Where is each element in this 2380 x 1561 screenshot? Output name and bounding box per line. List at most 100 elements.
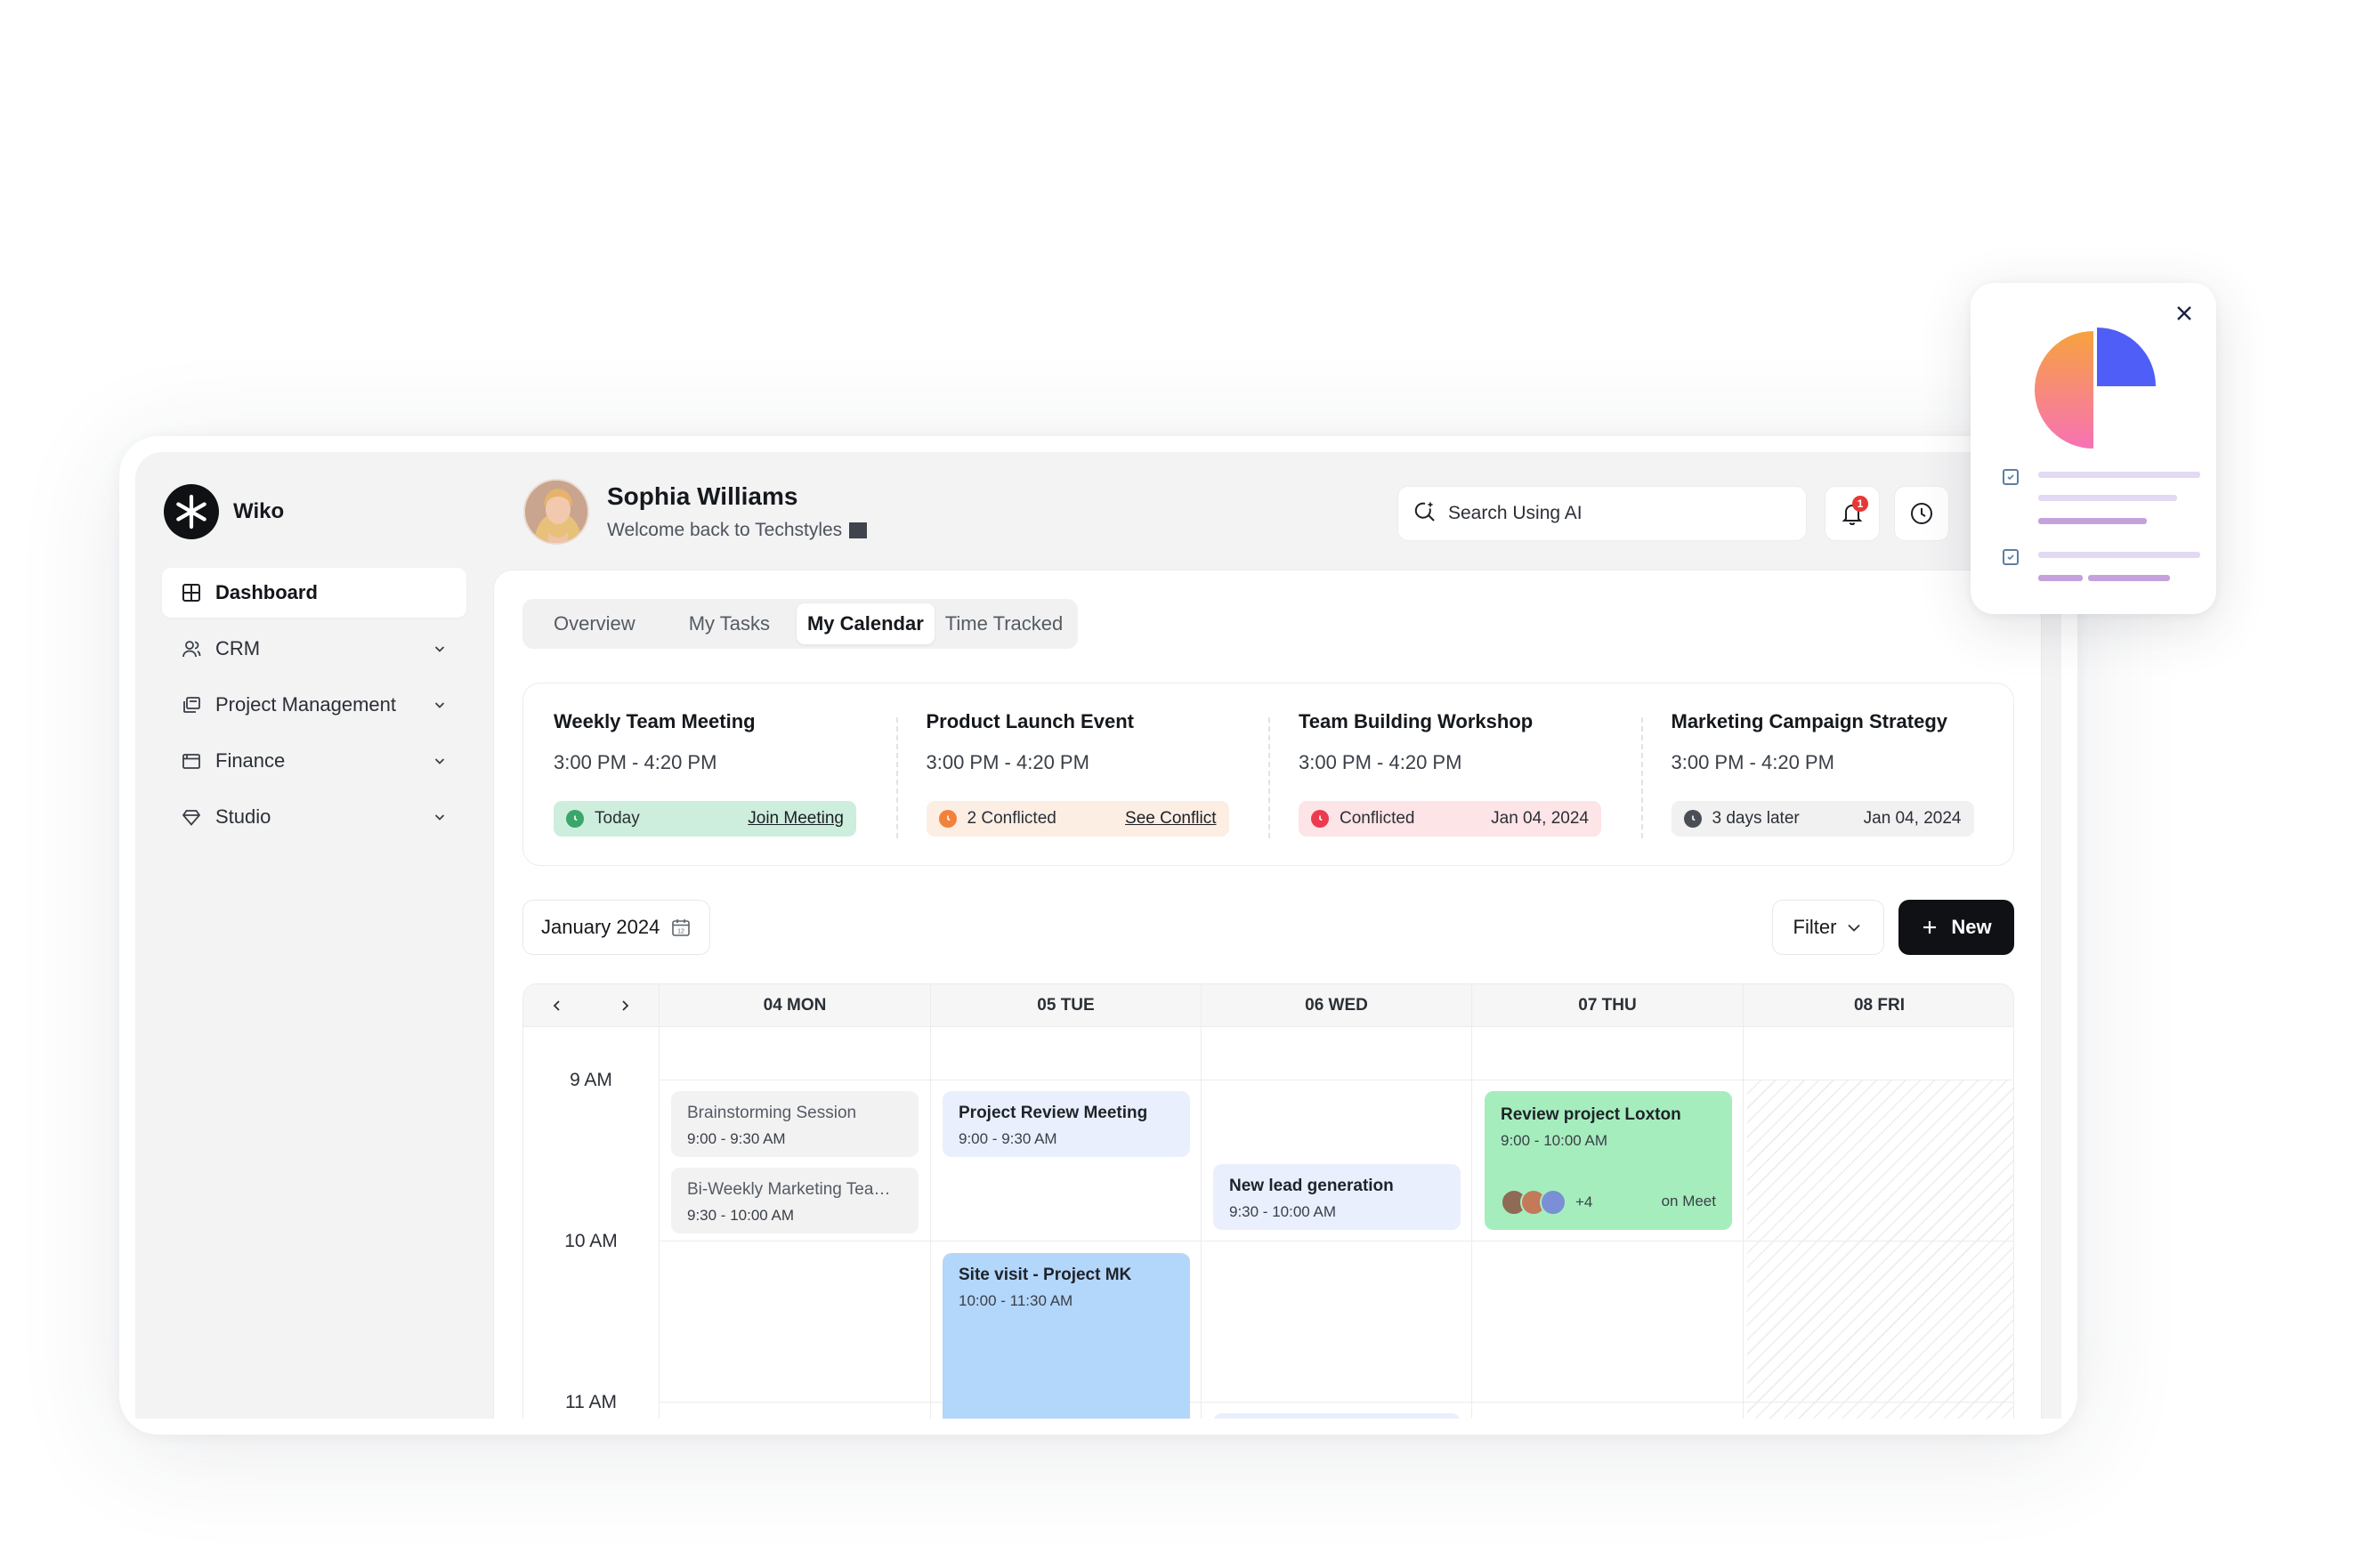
notifications-button[interactable]: 1	[1825, 486, 1880, 541]
sidebar-item-finance[interactable]: Finance	[162, 736, 466, 786]
close-icon	[2177, 306, 2191, 320]
app-screen: Wiko Dashboard CRM Project Management Fi…	[135, 452, 2061, 1419]
see-conflict-link[interactable]: See Conflict	[1125, 809, 1216, 829]
event-time: 9:30 - 10:00 AM	[687, 1207, 795, 1224]
event-time: 9:00 - 9:30 AM	[959, 1130, 1057, 1147]
sidebar-item-studio[interactable]: Studio	[162, 792, 466, 842]
new-event-button[interactable]: New	[1898, 900, 2014, 955]
grid-line	[1743, 1027, 1744, 1419]
brand-name: Wiko	[233, 499, 285, 523]
event-title: Marketing Campaign Strategy	[1671, 710, 1948, 732]
tab-overview[interactable]: Overview	[527, 603, 662, 644]
avatar	[1540, 1189, 1566, 1216]
clock-icon	[1311, 810, 1329, 828]
avatar[interactable]	[523, 479, 589, 545]
time-label: 11 AM	[565, 1392, 617, 1412]
calendar-icon: 12	[670, 917, 692, 938]
chevron-down-icon[interactable]	[431, 696, 449, 714]
event-title: Bi-Weekly Marketing Team Meeting	[687, 1180, 903, 1199]
calendar-event[interactable]: Brainstorming Session 9:00 - 9:30 AM	[671, 1091, 919, 1157]
event-time: 9:00 - 10:00 AM	[1501, 1132, 1608, 1149]
calendar-event[interactable]: Review project Loxton 9:00 - 10:00 AM +4…	[1485, 1091, 1732, 1230]
sidebar-item-project-management[interactable]: Project Management	[162, 680, 466, 730]
history-button[interactable]	[1894, 486, 1949, 541]
checkbox-icon[interactable]	[2003, 549, 2019, 565]
svg-text:12: 12	[677, 929, 684, 935]
close-button[interactable]	[2172, 301, 2197, 326]
event-status-pill: 3 days later Jan 04, 2024	[1671, 801, 1974, 837]
calendar-event[interactable]: Bi-Weekly Marketing Team Meeting 9:30 - …	[671, 1168, 919, 1233]
search-input[interactable]	[1448, 503, 1786, 524]
sidebar-item-label: Dashboard	[215, 581, 318, 603]
meeting-location: on Meet	[1661, 1193, 1716, 1209]
event-card[interactable]: Marketing Campaign Strategy 3:00 PM - 4:…	[1640, 683, 2014, 865]
wallet-icon	[180, 749, 203, 772]
tab-time-tracked[interactable]: Time Tracked	[935, 603, 1073, 644]
upcoming-events: Weekly Team Meeting 3:00 PM - 4:20 PM To…	[522, 683, 2014, 866]
calendar-event[interactable]: New lead generation 9:30 - 10:00 AM	[1213, 1164, 1461, 1230]
filter-button[interactable]: Filter	[1772, 900, 1884, 955]
placeholder-lines	[2038, 552, 2200, 598]
join-meeting-link[interactable]: Join Meeting	[748, 809, 844, 829]
chevron-right-icon	[622, 1000, 629, 1011]
placeholder-lines	[2038, 472, 2200, 541]
more-attendees-count: +4	[1575, 1193, 1593, 1210]
event-status-pill: 2 Conflicted See Conflict	[926, 801, 1229, 837]
chevron-down-icon[interactable]	[431, 640, 449, 658]
search-bar[interactable]	[1397, 486, 1807, 541]
event-status-pill: Conflicted Jan 04, 2024	[1299, 801, 1601, 837]
filter-label: Filter	[1793, 916, 1837, 938]
pie-chart-icon	[2035, 328, 2156, 449]
event-title: Weekly Team Meeting	[554, 710, 756, 732]
checklist-row[interactable]	[2003, 549, 2200, 598]
attendee-avatars[interactable]: +4	[1501, 1189, 1592, 1216]
sidebar-item-label: CRM	[215, 637, 261, 659]
checklist-row[interactable]	[2003, 469, 2200, 541]
workspace-square-icon	[849, 522, 868, 538]
day-header: 07 THU	[1471, 984, 1743, 1027]
calendar-event[interactable]: Project Review Meeting 9:00 - 9:30 AM	[943, 1091, 1190, 1157]
sidebar-item-label: Studio	[215, 805, 271, 828]
main-panel: Overview My Tasks My Calendar Time Track…	[493, 570, 2042, 1419]
checkbox-icon[interactable]	[2003, 469, 2019, 485]
clock-icon	[938, 810, 957, 828]
event-card[interactable]: Team Building Workshop 3:00 PM - 4:20 PM…	[1268, 683, 1641, 865]
time-label: 9 AM	[570, 1070, 612, 1090]
event-title: Site visit - Project MK	[959, 1266, 1132, 1284]
month-picker[interactable]: January 2024 12	[522, 900, 711, 955]
tab-my-calendar[interactable]: My Calendar	[796, 603, 935, 644]
notification-badge: 1	[1852, 496, 1868, 512]
chevron-down-icon[interactable]	[431, 808, 449, 826]
day-header: 04 MON	[659, 984, 930, 1027]
plus-icon	[1921, 918, 1939, 936]
grid-line	[659, 1241, 2013, 1242]
event-title: Review project Loxton	[1501, 1105, 1681, 1124]
grid-line	[659, 1027, 660, 1419]
sidebar-item-crm[interactable]: CRM	[162, 624, 466, 674]
event-date: Jan 04, 2024	[1863, 809, 1962, 828]
calendar-event[interactable]: Site visit - Project MK 10:00 - 11:30 AM	[943, 1253, 1190, 1419]
chevron-down-icon	[1845, 918, 1863, 936]
diamond-icon	[180, 805, 203, 829]
day-header: 08 FRI	[1743, 984, 2013, 1027]
time-label: 10 AM	[564, 1231, 618, 1251]
calendar-header: 04 MON 05 TUE 06 WED 07 THU 08 FRI	[523, 984, 2013, 1027]
event-date: Jan 04, 2024	[1491, 809, 1589, 828]
event-title: Product Launch Event	[926, 710, 1134, 732]
clock-icon	[1683, 810, 1702, 828]
next-week-button[interactable]	[591, 984, 659, 1027]
chevron-down-icon[interactable]	[431, 752, 449, 770]
users-icon	[180, 637, 203, 660]
event-card[interactable]: Weekly Team Meeting 3:00 PM - 4:20 PM To…	[523, 683, 896, 865]
welcome-label: Welcome back to Techstyles	[607, 520, 843, 540]
event-time: 3:00 PM - 4:20 PM	[1671, 751, 1834, 773]
tab-my-tasks[interactable]: My Tasks	[662, 603, 797, 644]
day-header: 06 WED	[1201, 984, 1471, 1027]
previous-week-button[interactable]	[523, 984, 591, 1027]
event-status: Today	[595, 809, 640, 828]
folders-icon	[180, 693, 203, 716]
brand[interactable]: Wiko	[164, 484, 284, 539]
event-card[interactable]: Product Launch Event 3:00 PM - 4:20 PM 2…	[895, 683, 1269, 865]
calendar-event[interactable]	[1213, 1413, 1461, 1419]
sidebar-item-dashboard[interactable]: Dashboard	[162, 568, 466, 618]
